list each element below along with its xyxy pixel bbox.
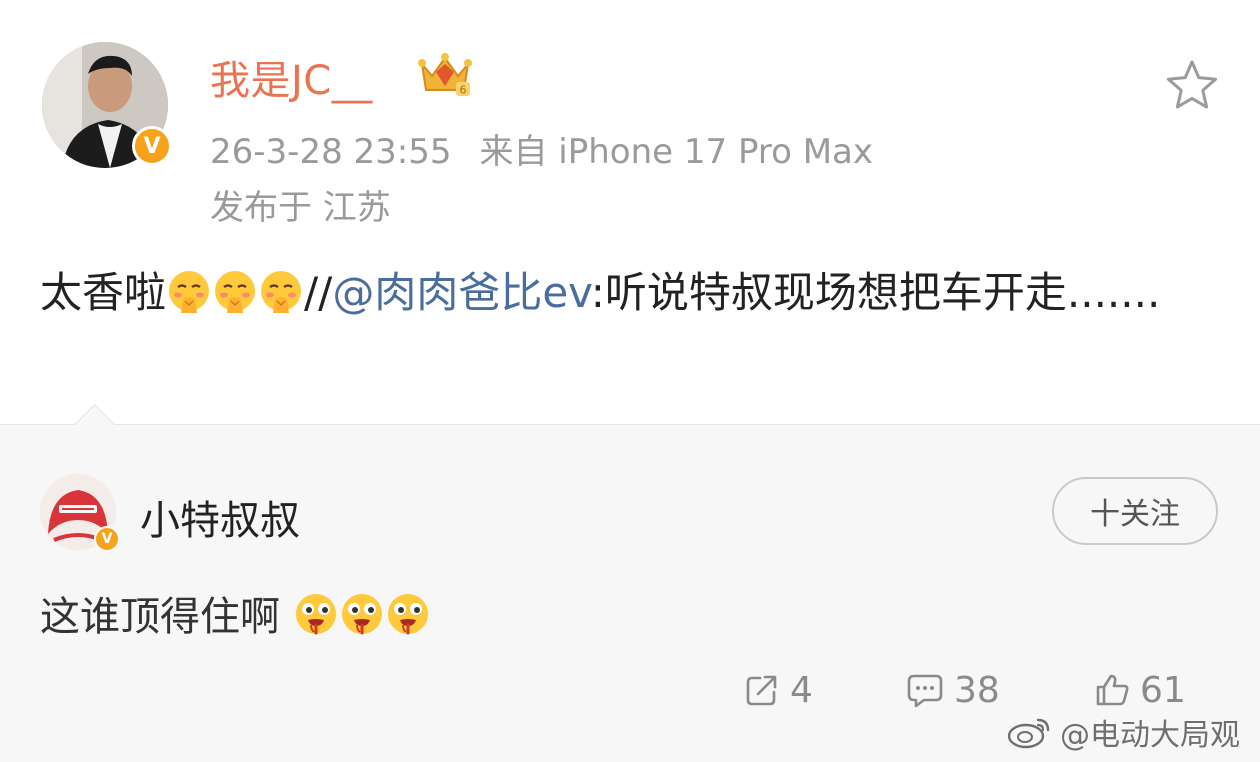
watermark: @电动大局观 [1006, 710, 1240, 754]
post-text: 太香啦 //@肉肉爸比ev:听说特叔现场想把车开走....... [40, 262, 1220, 324]
follow-button[interactable]: 十关注 [1052, 477, 1218, 545]
verified-badge-icon: V [132, 126, 172, 166]
repost-count: 4 [790, 669, 813, 711]
crown-member-icon: 6 [418, 53, 472, 97]
original-text-content: 这谁顶得住啊 [40, 594, 280, 640]
original-author-name[interactable]: 小特叔叔 [140, 488, 300, 546]
repost-separator: // [304, 268, 333, 317]
watermark-text: @电动大局观 [1060, 718, 1240, 753]
author-avatar[interactable]: V [42, 42, 172, 168]
drooling-face-emoji-icon [341, 594, 382, 635]
post-location: 发布于 江苏 [210, 188, 391, 228]
shy-face-emoji-icon [261, 271, 302, 313]
post-meta: 26-3-28 23:55 来自 iPhone 17 Pro Max [210, 124, 873, 173]
repost-button[interactable]: 4 [744, 668, 813, 712]
shy-face-emoji-icon [169, 271, 210, 313]
thumbs-up-icon [1096, 674, 1129, 706]
drooling-face-emoji-icon [387, 594, 428, 635]
share-repost-icon [746, 675, 777, 706]
svg-text:6: 6 [460, 84, 467, 97]
post-timestamp: 26-3-28 23:55 [210, 132, 452, 172]
original-author-avatar[interactable]: V [40, 474, 120, 552]
drooling-face-emoji-icon [295, 594, 336, 635]
star-favorite-icon[interactable] [1164, 58, 1220, 112]
author-name[interactable]: 我是JC__ [210, 48, 373, 106]
comment-count: 38 [954, 669, 1000, 711]
verified-badge-icon: V [94, 526, 120, 552]
post-source: 来自 iPhone 17 Pro Max [479, 132, 874, 172]
like-button[interactable]: 61 [1094, 668, 1186, 712]
post-text-prefix: 太香啦 [40, 268, 167, 317]
like-count: 61 [1140, 669, 1186, 711]
comment-button[interactable]: 38 [906, 668, 1000, 712]
post-text-suffix: :听说特叔现场想把车开走....... [590, 268, 1161, 317]
original-post-text: 这谁顶得住啊 [40, 584, 431, 642]
shy-face-emoji-icon [215, 271, 256, 313]
weibo-logo-icon [1007, 718, 1050, 749]
mention-link[interactable]: @肉肉爸比ev [332, 268, 590, 317]
comment-bubble-icon [907, 674, 943, 708]
